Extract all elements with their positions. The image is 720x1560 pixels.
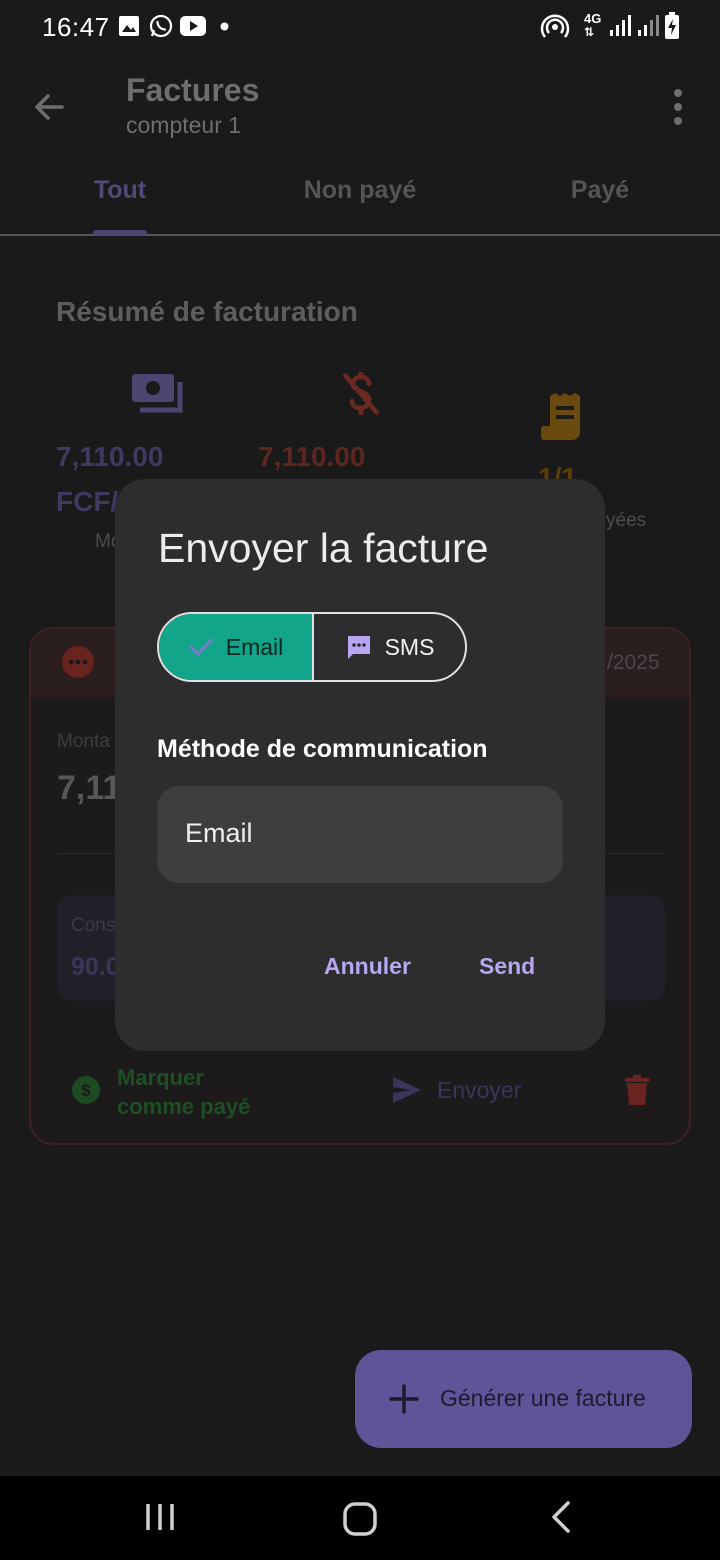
generate-invoice-button[interactable]: Générer une facture — [355, 1350, 692, 1448]
tab-indicator — [93, 230, 147, 236]
segment-email-label: Email — [225, 633, 284, 660]
app-bar: Factures compteur 1 — [0, 56, 720, 156]
mark-paid-label: Marquer comme payé — [117, 1065, 251, 1119]
sms-icon — [347, 636, 370, 659]
signal-icon-2 — [638, 15, 659, 36]
segment-sms[interactable]: SMS — [312, 614, 465, 680]
communication-method-field[interactable]: Email — [157, 786, 563, 883]
tab-unpaid[interactable]: Non payé — [240, 176, 480, 205]
notification-dot-icon — [220, 22, 229, 31]
cancel-button[interactable]: Annuler — [324, 953, 411, 980]
consumption-label: Cons — [71, 915, 116, 936]
amount-label: Monta — [57, 731, 110, 752]
signal-icon-1 — [610, 15, 631, 36]
status-time: 16:47 — [42, 12, 110, 42]
unpaid-amount: 7,110.00 — [258, 441, 366, 472]
channel-segmented-control: Email SMS — [157, 612, 467, 682]
network-type: 4G ⇅ — [584, 11, 602, 39]
recent-apps-icon[interactable] — [143, 1500, 177, 1534]
svg-text:$: $ — [81, 1081, 91, 1100]
send-invoice-label: Envoyer — [437, 1077, 522, 1103]
communication-method-value: Email — [185, 818, 253, 848]
youtube-icon — [180, 16, 206, 36]
more-options-icon[interactable] — [662, 82, 694, 132]
segment-sms-label: SMS — [384, 633, 435, 660]
amount-value: 7,11 — [57, 769, 122, 807]
total-currency: FCF/ — [56, 486, 119, 517]
home-icon[interactable] — [341, 1500, 379, 1538]
dialog-title: Envoyer la facture — [158, 525, 489, 571]
generate-invoice-label: Générer une facture — [440, 1385, 646, 1411]
total-amount: 7,110.00 — [56, 441, 164, 472]
page-subtitle: compteur 1 — [126, 112, 242, 138]
payments-icon — [132, 374, 183, 413]
invoice-date: /2025 — [607, 651, 660, 674]
status-bar: 16:47 4G ⇅ — [0, 0, 720, 56]
system-navigation-bar — [0, 1476, 720, 1560]
battery-charging-icon — [665, 12, 679, 39]
plus-icon — [389, 1384, 419, 1414]
hotspot-icon — [540, 14, 570, 38]
money-off-icon — [342, 372, 380, 416]
dollar-circle-icon: $ — [72, 1076, 100, 1104]
check-icon — [189, 638, 213, 656]
pending-status-icon — [62, 646, 94, 678]
tab-bar: Tout Non payé Payé — [0, 156, 720, 236]
delete-icon[interactable] — [625, 1075, 649, 1105]
consumption-value: 90.0 — [71, 953, 120, 981]
whatsapp-icon — [149, 14, 173, 38]
page-title: Factures — [126, 72, 260, 108]
receipt-icon — [541, 393, 580, 440]
nav-back-icon[interactable] — [546, 1500, 576, 1534]
tab-all[interactable]: Tout — [0, 176, 240, 205]
gallery-icon — [119, 16, 139, 36]
send-invoice-dialog: Envoyer la facture Email SMS Méthode de … — [115, 479, 605, 1051]
communication-method-label: Méthode de communication — [157, 735, 488, 763]
summary-title: Résumé de facturation — [56, 296, 358, 327]
paid-count-label: yées — [606, 510, 647, 531]
tab-paid[interactable]: Payé — [480, 176, 720, 205]
back-arrow-icon[interactable] — [26, 84, 72, 130]
send-icon — [393, 1077, 421, 1103]
send-button[interactable]: Send — [479, 953, 535, 980]
segment-email[interactable]: Email — [159, 614, 312, 680]
